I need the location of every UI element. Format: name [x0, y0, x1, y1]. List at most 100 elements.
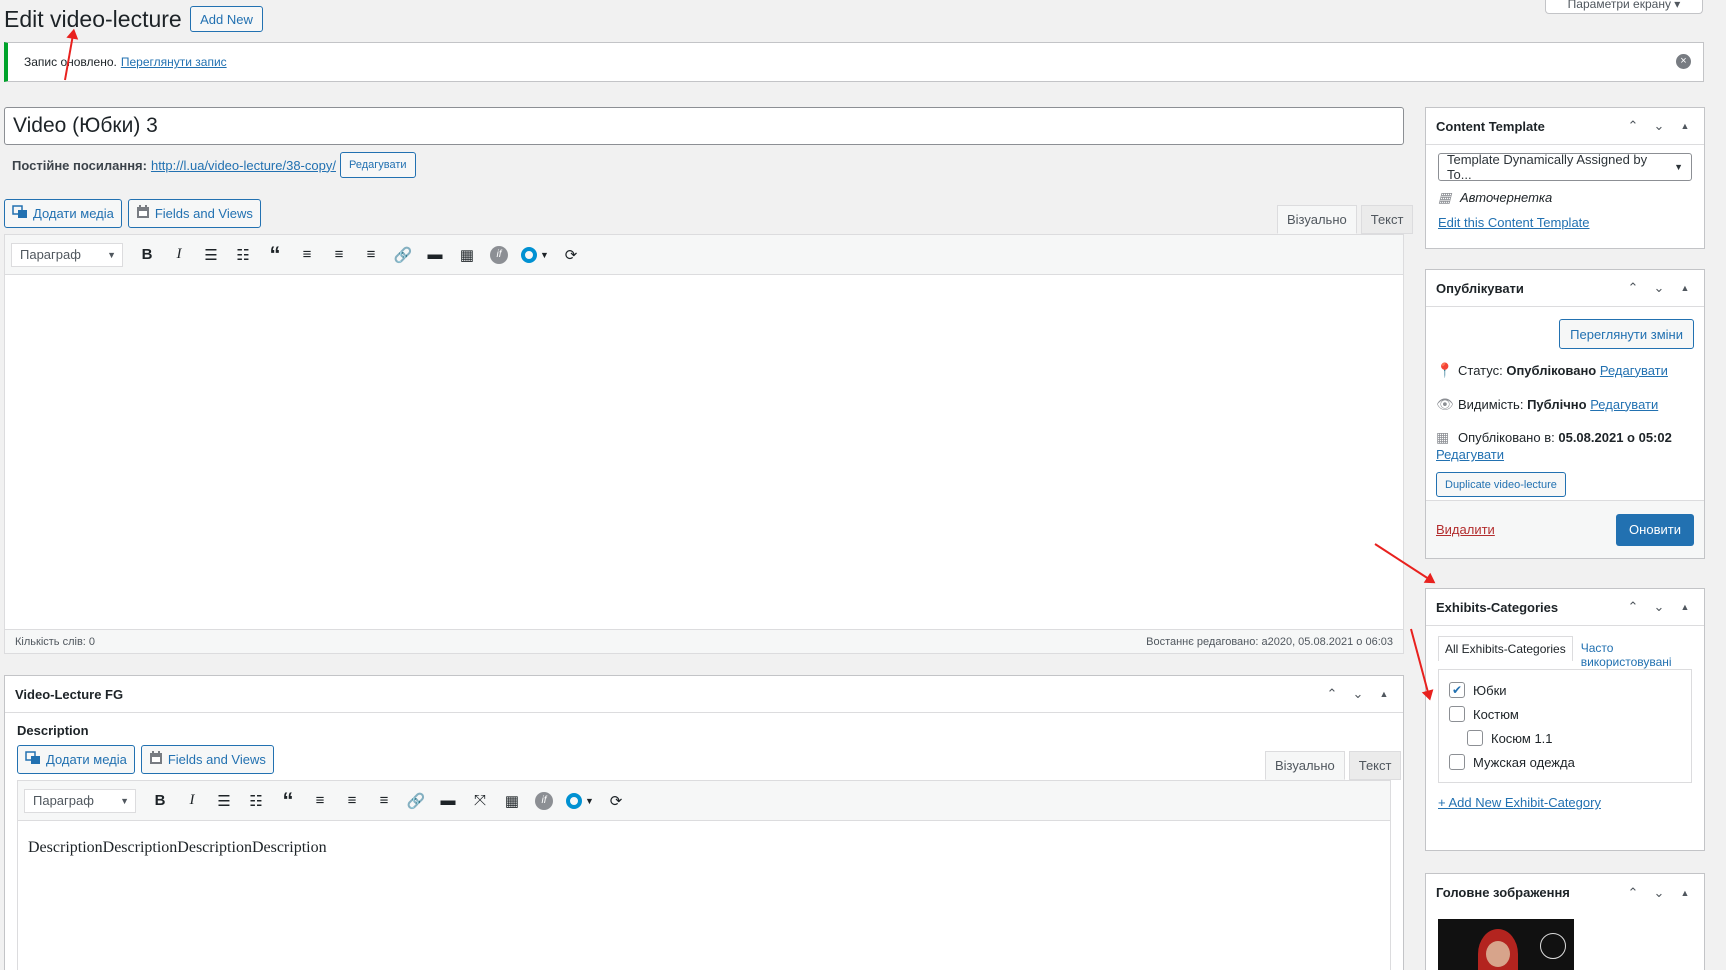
align-center-icon[interactable]: ≡	[336, 786, 368, 816]
category-item[interactable]: Косюм 1.1	[1449, 726, 1681, 750]
link-icon[interactable]: 🔗	[387, 240, 419, 270]
content-template-select[interactable]: Template Dynamically Assigned by To... ▼	[1438, 152, 1692, 182]
format-select[interactable]: Параграф ▼	[11, 242, 123, 267]
tab-visual[interactable]: Візуально	[1277, 205, 1357, 234]
refresh-icon[interactable]: ⟳	[555, 240, 587, 270]
collapse-icon[interactable]: ▲	[1676, 602, 1694, 612]
move-down-icon[interactable]: ⌄	[1650, 280, 1668, 296]
description-add-media-label: Додати медіа	[46, 752, 127, 767]
draft-label: Авточернетка	[1460, 190, 1553, 205]
align-right-icon[interactable]: ≡	[368, 786, 400, 816]
delete-link[interactable]: Видалити	[1436, 522, 1495, 537]
edit-content-template-link[interactable]: Edit this Content Template	[1438, 215, 1590, 230]
fields-views-label: Fields and Views	[154, 206, 253, 221]
status-edit-link[interactable]: Редагувати	[1600, 363, 1668, 378]
preview-changes-button[interactable]: Переглянути зміни	[1559, 319, 1694, 349]
add-new-category-link[interactable]: + Add New Exhibit-Category	[1438, 795, 1601, 810]
category-checkbox[interactable]: ✔	[1449, 682, 1465, 698]
move-down-icon[interactable]: ⌄	[1650, 885, 1668, 901]
view-post-link[interactable]: Переглянути запис	[121, 55, 227, 69]
fields-views-button[interactable]: Fields and Views	[127, 199, 261, 228]
description-tab-visual[interactable]: Візуально	[1265, 751, 1345, 780]
read-more-icon[interactable]: ▬	[432, 786, 464, 816]
video-lecture-header[interactable]: Video-Lecture FG ⌃ ⌄ ▲	[5, 676, 1403, 713]
content-template-header[interactable]: Content Template ⌃ ⌄ ▲	[1426, 108, 1704, 145]
conditional-icon[interactable]: if	[483, 240, 515, 270]
align-right-icon[interactable]: ≡	[355, 240, 387, 270]
category-item[interactable]: Мужская одежда	[1449, 750, 1681, 774]
align-center-icon[interactable]: ≡	[323, 240, 355, 270]
exhibits-categories-header[interactable]: Exhibits-Categories ⌃ ⌄ ▲	[1426, 589, 1704, 626]
bullet-list-icon[interactable]: ☰	[195, 240, 227, 270]
align-left-icon[interactable]: ≡	[304, 786, 336, 816]
collapse-icon[interactable]: ▲	[1676, 283, 1694, 293]
conditional-icon[interactable]: if	[528, 786, 560, 816]
tab-text[interactable]: Текст	[1360, 205, 1414, 234]
category-checkbox[interactable]	[1449, 706, 1465, 722]
category-checkbox[interactable]	[1449, 754, 1465, 770]
permalink-edit-button[interactable]: Редагувати	[339, 152, 416, 178]
duplicate-button[interactable]: Duplicate video-lecture	[1436, 472, 1566, 497]
bold-icon[interactable]: B	[144, 786, 176, 816]
tab-popular-categories[interactable]: Часто використовувані	[1581, 636, 1691, 669]
tab-all-categories[interactable]: All Exhibits-Categories	[1438, 636, 1573, 661]
move-down-icon[interactable]: ⌄	[1650, 118, 1668, 134]
post-title-input[interactable]: Video (Юбки) 3	[4, 107, 1404, 145]
dismiss-icon[interactable]: ×	[1676, 54, 1691, 69]
calendar-icon	[149, 751, 163, 768]
category-checkbox[interactable]	[1467, 730, 1483, 746]
description-add-media-button[interactable]: Додати медіа	[17, 745, 135, 774]
description-tabs: Візуально Текст	[1261, 751, 1402, 780]
align-left-icon[interactable]: ≡	[291, 240, 323, 270]
toolset-icon[interactable]: ▼	[560, 786, 600, 816]
pin-icon: 📍	[1436, 361, 1454, 378]
move-up-icon[interactable]: ⌃	[1624, 118, 1642, 134]
move-down-icon[interactable]: ⌄	[1650, 599, 1668, 615]
toolbar-toggle-icon[interactable]: ▦	[451, 240, 483, 270]
blockquote-icon[interactable]: “	[259, 240, 291, 270]
screen-options-button[interactable]: Параметри екрану ▾	[1545, 0, 1703, 14]
description-format-select[interactable]: Параграф ▼	[24, 788, 136, 813]
featured-image-header[interactable]: Головне зображення ⌃ ⌄ ▲	[1426, 874, 1704, 911]
calendar-icon	[136, 205, 150, 222]
category-label: Мужская одежда	[1473, 754, 1575, 770]
update-button[interactable]: Оновити	[1616, 513, 1694, 546]
bullet-list-icon[interactable]: ☰	[208, 786, 240, 816]
featured-image-title: Головне зображення	[1436, 885, 1570, 900]
move-up-icon[interactable]: ⌃	[1624, 599, 1642, 615]
read-more-icon[interactable]: ▬	[419, 240, 451, 270]
numbered-list-icon[interactable]: ☷	[227, 240, 259, 270]
category-item[interactable]: Костюм	[1449, 702, 1681, 726]
visibility-value: Публічно	[1527, 396, 1587, 412]
fullscreen-icon[interactable]: ⤧	[464, 786, 496, 816]
toolset-icon[interactable]: ▼	[515, 240, 555, 270]
description-fields-views-button[interactable]: Fields and Views	[140, 745, 274, 774]
italic-icon[interactable]: I	[176, 786, 208, 816]
toolbar-toggle-icon[interactable]: ▦	[496, 786, 528, 816]
description-editor[interactable]: Параграф ▼ B I ☰ ☷ “ ≡ ≡ ≡ 🔗 ▬ ⤧ ▦ if ▼ ⟳…	[17, 780, 1391, 970]
permalink-url[interactable]: http://l.ua/video-lecture/38-copy/	[151, 158, 336, 173]
link-icon[interactable]: 🔗	[400, 786, 432, 816]
add-new-button[interactable]: Add New	[190, 6, 263, 32]
bold-icon[interactable]: B	[131, 240, 163, 270]
visibility-edit-link[interactable]: Редагувати	[1590, 397, 1658, 412]
category-item[interactable]: ✔ Юбки	[1449, 678, 1681, 702]
content-editor[interactable]: Параграф ▼ B I ☰ ☷ “ ≡ ≡ ≡ 🔗 ▬ ▦ if ▼ ⟳ К…	[4, 234, 1404, 654]
numbered-list-icon[interactable]: ☷	[240, 786, 272, 816]
add-media-button[interactable]: Додати медіа	[4, 199, 122, 228]
published-edit-link[interactable]: Редагувати	[1436, 447, 1504, 462]
move-up-icon[interactable]: ⌃	[1624, 885, 1642, 901]
move-down-icon[interactable]: ⌄	[1349, 686, 1367, 702]
collapse-icon[interactable]: ▲	[1676, 121, 1694, 131]
refresh-icon[interactable]: ⟳	[600, 786, 632, 816]
category-label: Костюм	[1473, 706, 1519, 722]
collapse-icon[interactable]: ▲	[1676, 888, 1694, 898]
featured-image-thumbnail[interactable]	[1438, 919, 1574, 970]
collapse-icon[interactable]: ▲	[1375, 689, 1393, 699]
description-tab-text[interactable]: Текст	[1348, 751, 1402, 780]
blockquote-icon[interactable]: “	[272, 786, 304, 816]
move-up-icon[interactable]: ⌃	[1624, 280, 1642, 296]
italic-icon[interactable]: I	[163, 240, 195, 270]
move-up-icon[interactable]: ⌃	[1323, 686, 1341, 702]
publish-header[interactable]: Опублікувати ⌃ ⌄ ▲	[1426, 270, 1704, 307]
